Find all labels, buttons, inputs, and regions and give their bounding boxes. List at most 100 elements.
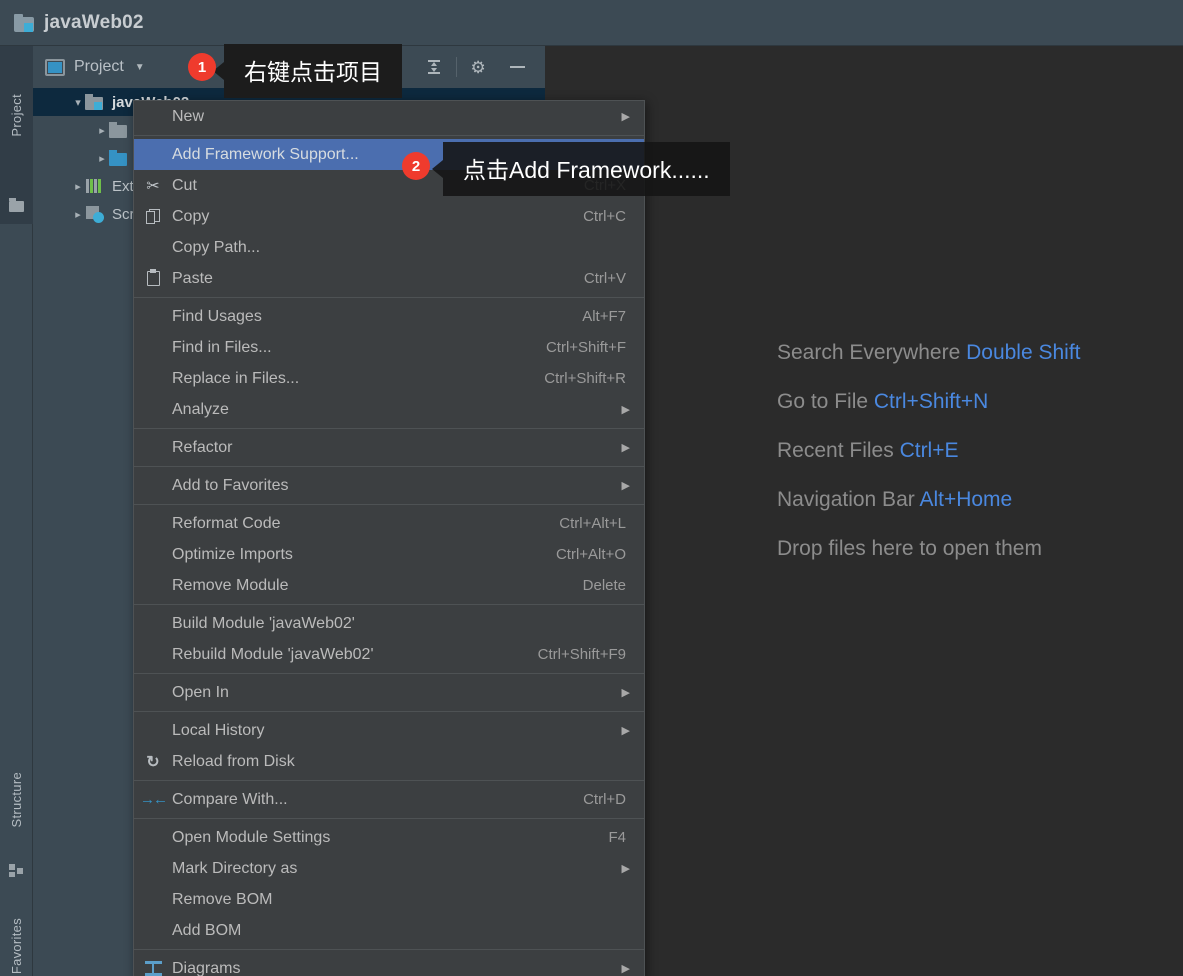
folder-icon[interactable] [9, 198, 24, 212]
project-panel-title[interactable]: Project [74, 58, 124, 76]
minimize-icon[interactable] [498, 46, 536, 88]
menu-item-build-module[interactable]: Build Module 'javaWeb02' [134, 608, 644, 639]
module-folder-icon [14, 13, 36, 32]
menu-separator [134, 428, 644, 429]
toolbar-divider [456, 57, 457, 77]
menu-item-diagrams[interactable]: Diagrams ▶ [134, 953, 644, 976]
menu-item-shortcut: Ctrl+Alt+O [555, 546, 626, 563]
paste-icon [134, 269, 172, 286]
menu-item-copy-path[interactable]: Copy Path... [134, 232, 644, 263]
source-folder-icon [109, 150, 129, 166]
menu-item-label: Open Module Settings [172, 828, 331, 846]
menu-item-open-in[interactable]: Open In ▶ [134, 677, 644, 708]
chevron-right-icon[interactable]: ▸ [71, 180, 85, 193]
menu-item-find-in-files[interactable]: Find in Files... Ctrl+Shift+F [134, 332, 644, 363]
menu-separator [134, 297, 644, 298]
menu-item-label: Compare With... [172, 790, 288, 808]
menu-item-shortcut: Ctrl+V [583, 270, 626, 287]
menu-item-local-history[interactable]: Local History ▶ [134, 715, 644, 746]
callout-badge-1: 1 [188, 53, 216, 81]
menu-item-new[interactable]: New ▶ [134, 101, 644, 132]
tool-window-button-favorites[interactable]: Favorites [9, 918, 24, 974]
menu-separator [134, 604, 644, 605]
hint-shortcut: Alt+Home [919, 488, 1013, 511]
callout-text: 右键点击项目 [244, 59, 382, 85]
menu-item-add-bom[interactable]: Add BOM [134, 915, 644, 946]
hint-shortcut: Ctrl+Shift+N [873, 390, 989, 413]
menu-separator [134, 818, 644, 819]
callout-number: 2 [411, 157, 421, 175]
editor-shortcut-hints: Search Everywhere Double Shift Go to Fil… [777, 341, 1081, 586]
tool-window-button-structure[interactable]: Structure [9, 772, 24, 827]
menu-item-copy[interactable]: Copy Ctrl+C [134, 201, 644, 232]
chevron-down-icon[interactable]: ▼ [135, 62, 145, 73]
menu-item-remove-module[interactable]: Remove Module Delete [134, 570, 644, 601]
chevron-right-icon[interactable]: ▸ [95, 152, 109, 165]
menu-item-shortcut: Alt+F7 [582, 308, 626, 325]
callout-badge-2: 2 [402, 152, 430, 180]
submenu-arrow-icon: ▶ [621, 111, 630, 123]
structure-icon[interactable] [9, 864, 24, 878]
window-titlebar: javaWeb02 [0, 0, 1183, 46]
submenu-arrow-icon: ▶ [621, 863, 630, 875]
menu-separator [134, 780, 644, 781]
menu-item-label: Analyze [172, 400, 229, 418]
menu-item-refactor[interactable]: Refactor ▶ [134, 432, 644, 463]
menu-item-shortcut: Ctrl+C [583, 208, 626, 225]
menu-separator [134, 673, 644, 674]
menu-item-label: Refactor [172, 438, 233, 456]
hint-shortcut: Ctrl+E [899, 439, 959, 462]
gear-icon[interactable]: ⚙ [460, 46, 498, 88]
menu-separator [134, 466, 644, 467]
menu-separator [134, 504, 644, 505]
menu-item-paste[interactable]: Paste Ctrl+V [134, 263, 644, 294]
menu-item-label: Find Usages [172, 307, 262, 325]
submenu-arrow-icon: ▶ [621, 442, 630, 454]
menu-item-shortcut: Ctrl+Shift+F [545, 339, 626, 356]
menu-item-reformat-code[interactable]: Reformat Code Ctrl+Alt+L [134, 508, 644, 539]
menu-item-shortcut: Ctrl+D [583, 791, 626, 808]
menu-separator [134, 135, 644, 136]
menu-item-label: Paste [172, 269, 213, 287]
menu-item-label: Remove BOM [172, 890, 273, 908]
chevron-right-icon[interactable]: ▸ [71, 208, 85, 221]
menu-item-analyze[interactable]: Analyze ▶ [134, 394, 644, 425]
hint-drop-files: Drop files here to open them [777, 537, 1081, 561]
menu-item-add-to-favorites[interactable]: Add to Favorites ▶ [134, 470, 644, 501]
tool-window-button-project[interactable]: Project [9, 94, 24, 137]
callout-text: 点击Add Framework...... [463, 157, 710, 183]
menu-item-replace-in-files[interactable]: Replace in Files... Ctrl+Shift+R [134, 363, 644, 394]
menu-separator [134, 949, 644, 950]
menu-item-label: Find in Files... [172, 338, 272, 356]
menu-item-mark-directory-as[interactable]: Mark Directory as ▶ [134, 853, 644, 884]
menu-item-find-usages[interactable]: Find Usages Alt+F7 [134, 301, 644, 332]
chevron-right-icon[interactable]: ▸ [95, 124, 109, 137]
menu-item-shortcut: Ctrl+Alt+L [559, 515, 626, 532]
compare-icon: →← [140, 791, 168, 808]
menu-item-label: Reload from Disk [172, 752, 295, 770]
scratches-icon [85, 205, 105, 223]
menu-item-compare-with[interactable]: →← Compare With... Ctrl+D [134, 784, 644, 815]
menu-item-label: Rebuild Module 'javaWeb02' [172, 645, 374, 663]
callout-number: 1 [197, 58, 207, 76]
menu-item-label: Copy [172, 207, 210, 225]
menu-item-remove-bom[interactable]: Remove BOM [134, 884, 644, 915]
collapse-all-icon[interactable] [415, 46, 453, 88]
menu-item-shortcut: F4 [608, 829, 626, 846]
hint-shortcut: Double Shift [966, 341, 1081, 364]
left-tool-strip: Project Structure Favorites ★ [0, 46, 33, 976]
hint-label: Search Everywhere [777, 341, 961, 364]
submenu-arrow-icon: ▶ [621, 404, 630, 416]
menu-item-label: Build Module 'javaWeb02' [172, 614, 355, 632]
menu-item-label: Add to Favorites [172, 476, 289, 494]
external-libraries-icon [85, 178, 105, 194]
menu-item-reload-from-disk[interactable]: ↻ Reload from Disk [134, 746, 644, 777]
submenu-arrow-icon: ▶ [621, 480, 630, 492]
menu-item-optimize-imports[interactable]: Optimize Imports Ctrl+Alt+O [134, 539, 644, 570]
submenu-arrow-icon: ▶ [621, 725, 630, 737]
menu-item-open-module-settings[interactable]: Open Module Settings F4 [134, 822, 644, 853]
hint-recent-files: Recent Files Ctrl+E [777, 439, 1081, 463]
menu-item-rebuild-module[interactable]: Rebuild Module 'javaWeb02' Ctrl+Shift+F9 [134, 639, 644, 670]
menu-item-label: Mark Directory as [172, 859, 298, 877]
chevron-down-icon[interactable]: ▾ [71, 96, 85, 109]
